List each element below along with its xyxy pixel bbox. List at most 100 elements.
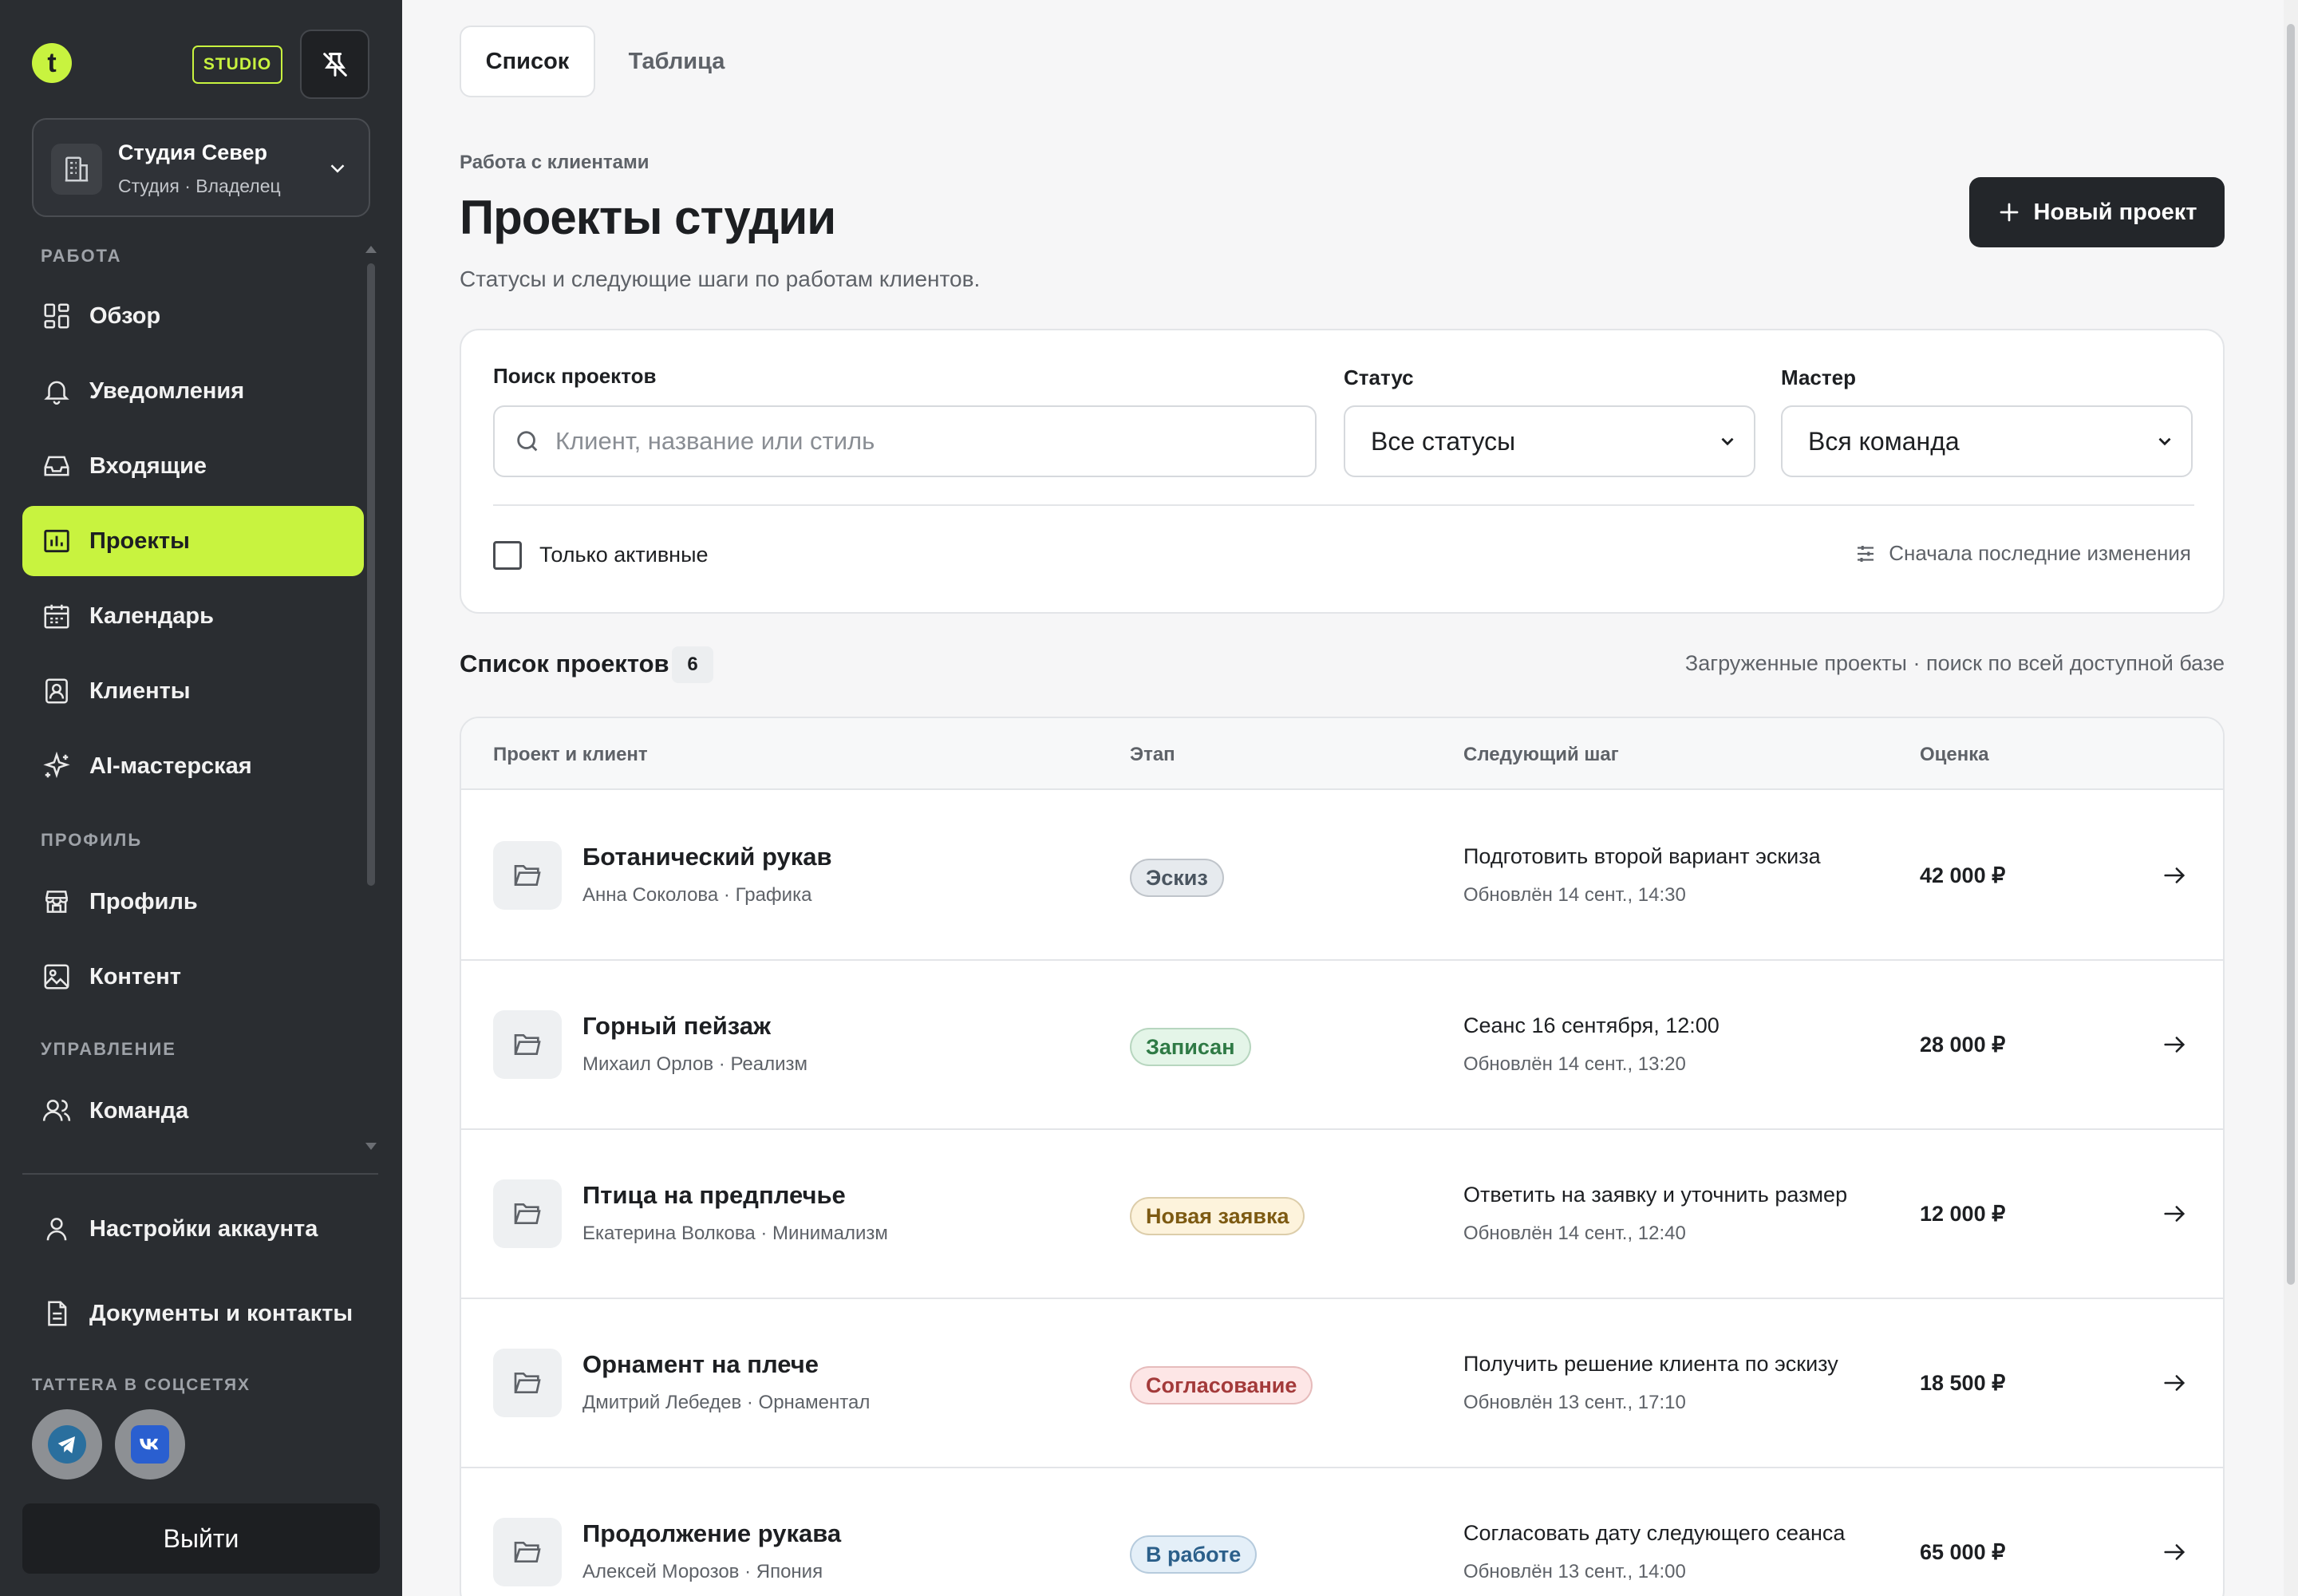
project-price: 18 500 ₽ [1920, 1371, 2006, 1395]
image-icon [44, 964, 69, 990]
building-icon [51, 144, 102, 195]
project-price: 28 000 ₽ [1920, 1033, 2006, 1057]
updated-time: Обновлён 13 сент., 17:10 [1463, 1392, 1686, 1413]
user-icon [46, 1218, 67, 1241]
arrow-right-icon[interactable] [2161, 1200, 2188, 1227]
updated-time: Обновлён 14 сент., 12:40 [1463, 1223, 1686, 1244]
project-client: Екатерина Волкова · Минимализм [582, 1223, 888, 1244]
list-title: Список проектов [460, 650, 669, 678]
stage-badge: Согласование [1130, 1366, 1313, 1404]
column-next-step: Следующий шаг [1463, 744, 1619, 765]
app-logo[interactable]: t [32, 43, 72, 83]
sidebar-item-documents[interactable]: Документы и контакты [22, 1278, 364, 1349]
sidebar-item-label: Контент [89, 963, 181, 990]
filter-panel: Поиск проектов Статус Мастер Все статусы… [460, 329, 2225, 614]
section-label-profile: ПРОФИЛЬ [41, 830, 143, 850]
tab-list[interactable]: Список [460, 26, 595, 97]
calendar-icon [44, 604, 69, 629]
vk-button[interactable] [115, 1409, 185, 1479]
dashboard-icon [44, 303, 69, 329]
only-active-checkbox[interactable] [493, 541, 522, 570]
sidebar-item-label: Документы и контакты [89, 1300, 353, 1326]
sidebar-item-calendar[interactable]: Календарь [22, 581, 364, 651]
sidebar-item-ai-studio[interactable]: AI-мастерская [22, 731, 364, 801]
bell-icon [44, 381, 69, 405]
status-label: Статус [1344, 365, 1414, 389]
arrow-right-icon[interactable] [2161, 1031, 2188, 1058]
sidebar-item-label: Проекты [89, 527, 190, 554]
table-row[interactable]: Горный пейзаж Михаил Орлов · Реализм Запис… [461, 961, 2223, 1130]
table-row[interactable]: Птица на предплечье Екатерина Волкова · М… [461, 1130, 2223, 1299]
plus-icon [2000, 203, 2018, 222]
project-client: Дмитрий Лебедев · Орнаментал [582, 1392, 871, 1413]
project-name: Орнамент на плече [582, 1350, 819, 1378]
arrow-right-icon[interactable] [2161, 862, 2188, 889]
folder-icon [493, 1518, 562, 1586]
sidebar-scroll-down[interactable] [365, 1143, 377, 1150]
table-row[interactable]: Продолжение рукава Алексей Морозов · Япон… [461, 1468, 2223, 1596]
project-name: Ботанический рукав [582, 843, 832, 871]
sidebar-item-label: Входящие [89, 452, 207, 479]
telegram-button[interactable] [32, 1409, 102, 1479]
stage-badge: В работе [1130, 1535, 1258, 1574]
telegram-icon [48, 1425, 86, 1464]
master-label: Мастер [1781, 365, 1856, 389]
social-label: TATTERA В СОЦСЕТЯХ [32, 1376, 251, 1394]
workspace-subtitle: Студия · Владелец [118, 176, 281, 196]
sidebar-item-label: Календарь [89, 602, 214, 629]
logout-button[interactable]: Выйти [22, 1503, 380, 1574]
sidebar-scroll-up[interactable] [365, 246, 377, 253]
section-label-manage: УПРАВЛЕНИЕ [41, 1039, 176, 1059]
sidebar-item-content[interactable]: Контент [22, 942, 364, 1012]
list-note: Загруженные проекты · поиск по всей дост… [1684, 651, 2225, 675]
stage-badge: Записан [1130, 1028, 1251, 1066]
sidebar-item-clients[interactable]: Клиенты [22, 656, 364, 726]
next-step: Сеанс 16 сентября, 12:00 [1463, 1013, 1720, 1037]
sidebar-item-inbox[interactable]: Входящие [22, 431, 364, 501]
team-icon [42, 1100, 71, 1121]
only-active-label[interactable]: Только активные [539, 543, 709, 567]
stage-badge: Новая заявка [1130, 1197, 1305, 1235]
store-icon [45, 891, 68, 913]
project-count-badge: 6 [672, 646, 713, 683]
workspace-switcher[interactable]: Студия Север Студия · Владелец [32, 118, 370, 217]
sidebar-item-overview[interactable]: Обзор [22, 281, 364, 351]
sidebar-item-label: Команда [89, 1097, 189, 1124]
page-title: Проекты студии [460, 191, 836, 244]
status-select-value: Все статусы [1371, 426, 1516, 456]
master-select-value: Вся команда [1808, 426, 1960, 456]
search-field[interactable] [493, 405, 1317, 477]
project-price: 12 000 ₽ [1920, 1202, 2006, 1226]
sliders-icon [1858, 545, 1874, 562]
chevron-down-icon [2158, 437, 2171, 446]
page-scrollbar-thumb[interactable] [2287, 24, 2295, 1285]
sidebar-item-team[interactable]: Команда [22, 1076, 364, 1146]
project-client: Алексей Морозов · Япония [582, 1561, 823, 1582]
project-name: Горный пейзаж [582, 1012, 772, 1040]
page-subtitle: Статусы и следующие шаги по работам клие… [460, 267, 981, 291]
sidebar-item-profile[interactable]: Профиль [22, 867, 364, 937]
search-input[interactable] [555, 427, 1273, 456]
tab-table[interactable]: Таблица [614, 26, 739, 97]
folder-icon [493, 841, 562, 910]
table-row[interactable]: Ботанический рукав Анна Соколова · График… [461, 792, 2223, 961]
project-client: Михаил Орлов · Реализм [582, 1053, 808, 1075]
sidebar-item-account-settings[interactable]: Настройки аккаунта [22, 1194, 364, 1264]
sidebar-item-notifications[interactable]: Уведомления [22, 356, 364, 426]
search-icon [517, 431, 538, 452]
arrow-right-icon[interactable] [2161, 1369, 2188, 1396]
master-select[interactable]: Вся команда [1781, 405, 2193, 477]
project-client: Анна Соколова · Графика [582, 884, 812, 906]
table-header: Проект и клиент Этап Следующий шаг Оценк… [461, 718, 2223, 790]
new-project-button[interactable]: Новый проект [1969, 177, 2225, 247]
next-step: Подготовить второй вариант эскиза [1463, 844, 1821, 868]
sidebar-item-projects[interactable]: Проекты [22, 506, 364, 576]
sidebar-item-label: Обзор [89, 302, 161, 329]
sidebar-scrollbar[interactable] [367, 263, 375, 886]
unpin-sidebar-button[interactable] [300, 30, 369, 99]
breadcrumb: Работа с клиентами [460, 152, 650, 173]
status-select[interactable]: Все статусы [1344, 405, 1755, 477]
arrow-right-icon[interactable] [2161, 1539, 2188, 1566]
sort-button[interactable]: Сначала последние изменения [1854, 541, 2191, 566]
table-row[interactable]: Орнамент на плече Дмитрий Лебедев · Орнам… [461, 1299, 2223, 1468]
